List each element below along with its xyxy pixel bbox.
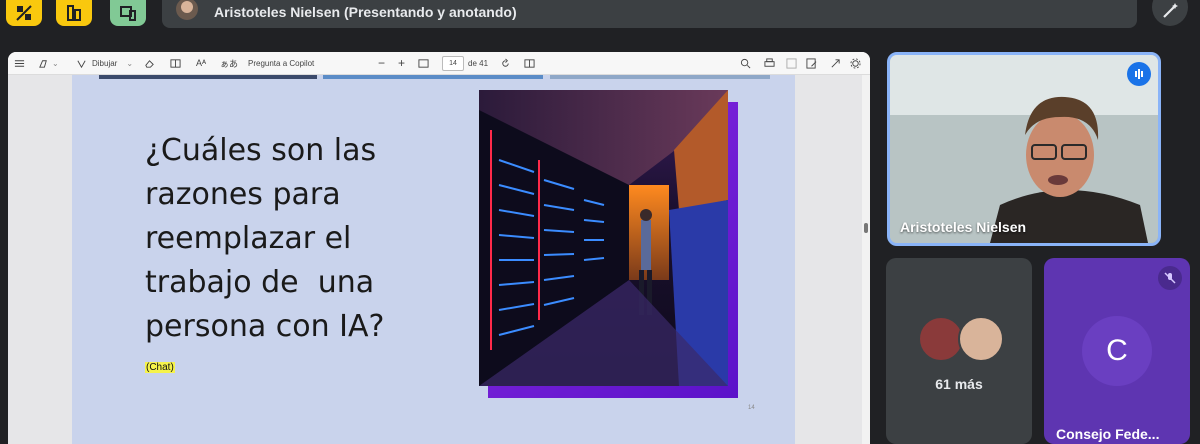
chevron-down-icon: ⌄ bbox=[126, 58, 134, 68]
search-icon bbox=[740, 58, 751, 68]
participant-tile-consejo[interactable]: C Consejo Fede... bbox=[1044, 258, 1190, 444]
translate-icon: ぁあ bbox=[220, 58, 239, 69]
vertical-scrollbar[interactable] bbox=[862, 75, 870, 444]
page-number-input[interactable]: 14 bbox=[442, 55, 464, 71]
slide-tab-bar bbox=[550, 75, 770, 79]
participant-video bbox=[890, 55, 1158, 243]
two-page-icon bbox=[524, 58, 535, 68]
scroll-thumb[interactable] bbox=[864, 223, 868, 233]
title-line: trabajo de una bbox=[145, 265, 375, 300]
fit-page-button[interactable] bbox=[418, 55, 429, 71]
pen-sparkle-icon bbox=[1163, 3, 1178, 18]
title-line: ¿Cuáles son las bbox=[145, 133, 377, 168]
read-aloud-icon: Aᴬ bbox=[196, 58, 207, 68]
draw-button[interactable]: Dibujar ⌄ bbox=[76, 55, 133, 71]
print-button[interactable] bbox=[764, 55, 775, 71]
print-icon bbox=[764, 57, 775, 67]
expand-icon bbox=[831, 58, 840, 67]
draw-label: Dibujar bbox=[92, 58, 118, 68]
list-icon bbox=[14, 59, 25, 67]
presenter-label: Aristoteles Nielsen (Presentando y anota… bbox=[214, 4, 517, 20]
presenter-avatar bbox=[176, 0, 198, 20]
zoom-in-button[interactable]: + bbox=[398, 55, 405, 71]
title-line: reemplazar el bbox=[145, 221, 352, 256]
search-button[interactable] bbox=[740, 55, 751, 71]
highlighter-icon bbox=[39, 59, 47, 68]
mic-off-icon bbox=[1158, 266, 1182, 290]
fit-page-icon bbox=[418, 58, 429, 68]
total-pages-label: de 41 bbox=[468, 58, 489, 68]
split-view-button[interactable] bbox=[56, 0, 92, 26]
title-line: persona con IA? bbox=[145, 309, 385, 344]
toc-button[interactable] bbox=[14, 55, 25, 71]
book-icon bbox=[170, 58, 181, 68]
save-icon bbox=[786, 57, 797, 69]
slide-page-number: 14 bbox=[748, 405, 755, 411]
presenter-banner: Aristoteles Nielsen (Presentando y anota… bbox=[162, 0, 1137, 28]
more-participants-tile[interactable]: 61 más bbox=[886, 258, 1032, 444]
participant-name: Aristoteles Nielsen bbox=[900, 219, 1027, 235]
eraser-icon bbox=[145, 59, 154, 68]
companion-mode-button[interactable] bbox=[110, 0, 146, 26]
grid-off-icon bbox=[16, 5, 32, 21]
page-number-field[interactable]: 14 bbox=[442, 55, 464, 71]
copilot-button[interactable]: Pregunta a Copilot bbox=[248, 55, 314, 71]
rotate-icon bbox=[502, 58, 509, 67]
settings-button[interactable] bbox=[850, 55, 861, 71]
read-aloud-button[interactable]: Aᴬ bbox=[196, 55, 206, 71]
split-view-icon bbox=[67, 5, 81, 21]
chat-tag: (Chat) bbox=[145, 362, 175, 373]
chevron-down-icon: ⌄ bbox=[52, 58, 59, 68]
slide-tab-bar bbox=[323, 75, 543, 79]
avatar bbox=[958, 316, 1004, 362]
more-participants-label: 61 más bbox=[935, 376, 983, 392]
slide-title: ¿Cuáles son las razones para reemplazar … bbox=[145, 129, 445, 349]
layout-icon-button[interactable] bbox=[6, 0, 42, 26]
rotate-button[interactable] bbox=[500, 55, 511, 71]
annotate-button[interactable] bbox=[1152, 0, 1188, 26]
save-button[interactable] bbox=[786, 55, 797, 71]
zoom-out-button[interactable]: − bbox=[378, 55, 385, 71]
highlight-button[interactable]: ⌄ bbox=[38, 55, 59, 71]
translate-button[interactable]: ぁあ bbox=[220, 55, 238, 71]
title-line: razones para bbox=[145, 177, 341, 212]
save-as-icon bbox=[806, 57, 817, 69]
slide-tab-bar bbox=[99, 75, 317, 79]
draw-icon bbox=[77, 60, 86, 68]
devices-icon bbox=[120, 6, 136, 21]
avatar: C bbox=[1082, 316, 1152, 386]
participant-tile-aristoteles[interactable]: Aristoteles Nielsen bbox=[887, 52, 1161, 246]
speaking-indicator-icon bbox=[1127, 62, 1151, 86]
erase-button[interactable] bbox=[144, 55, 155, 71]
pdf-toolbar: ⌄ Dibujar ⌄ Aᴬ ぁあ Pregunta a Copilot − +… bbox=[8, 52, 870, 75]
gear-icon bbox=[850, 57, 861, 69]
slide-page: ¿Cuáles son las razones para reemplazar … bbox=[72, 75, 795, 444]
shared-pdf-viewer: ⌄ Dibujar ⌄ Aᴬ ぁあ Pregunta a Copilot − +… bbox=[8, 52, 870, 444]
server-room-image bbox=[479, 90, 728, 386]
two-page-button[interactable] bbox=[524, 55, 535, 71]
page-view-button[interactable] bbox=[170, 55, 181, 71]
participant-name: Consejo Fede... bbox=[1056, 426, 1160, 442]
save-as-button[interactable] bbox=[806, 55, 817, 71]
fullscreen-button[interactable] bbox=[830, 55, 841, 71]
copilot-label: Pregunta a Copilot bbox=[248, 58, 315, 68]
